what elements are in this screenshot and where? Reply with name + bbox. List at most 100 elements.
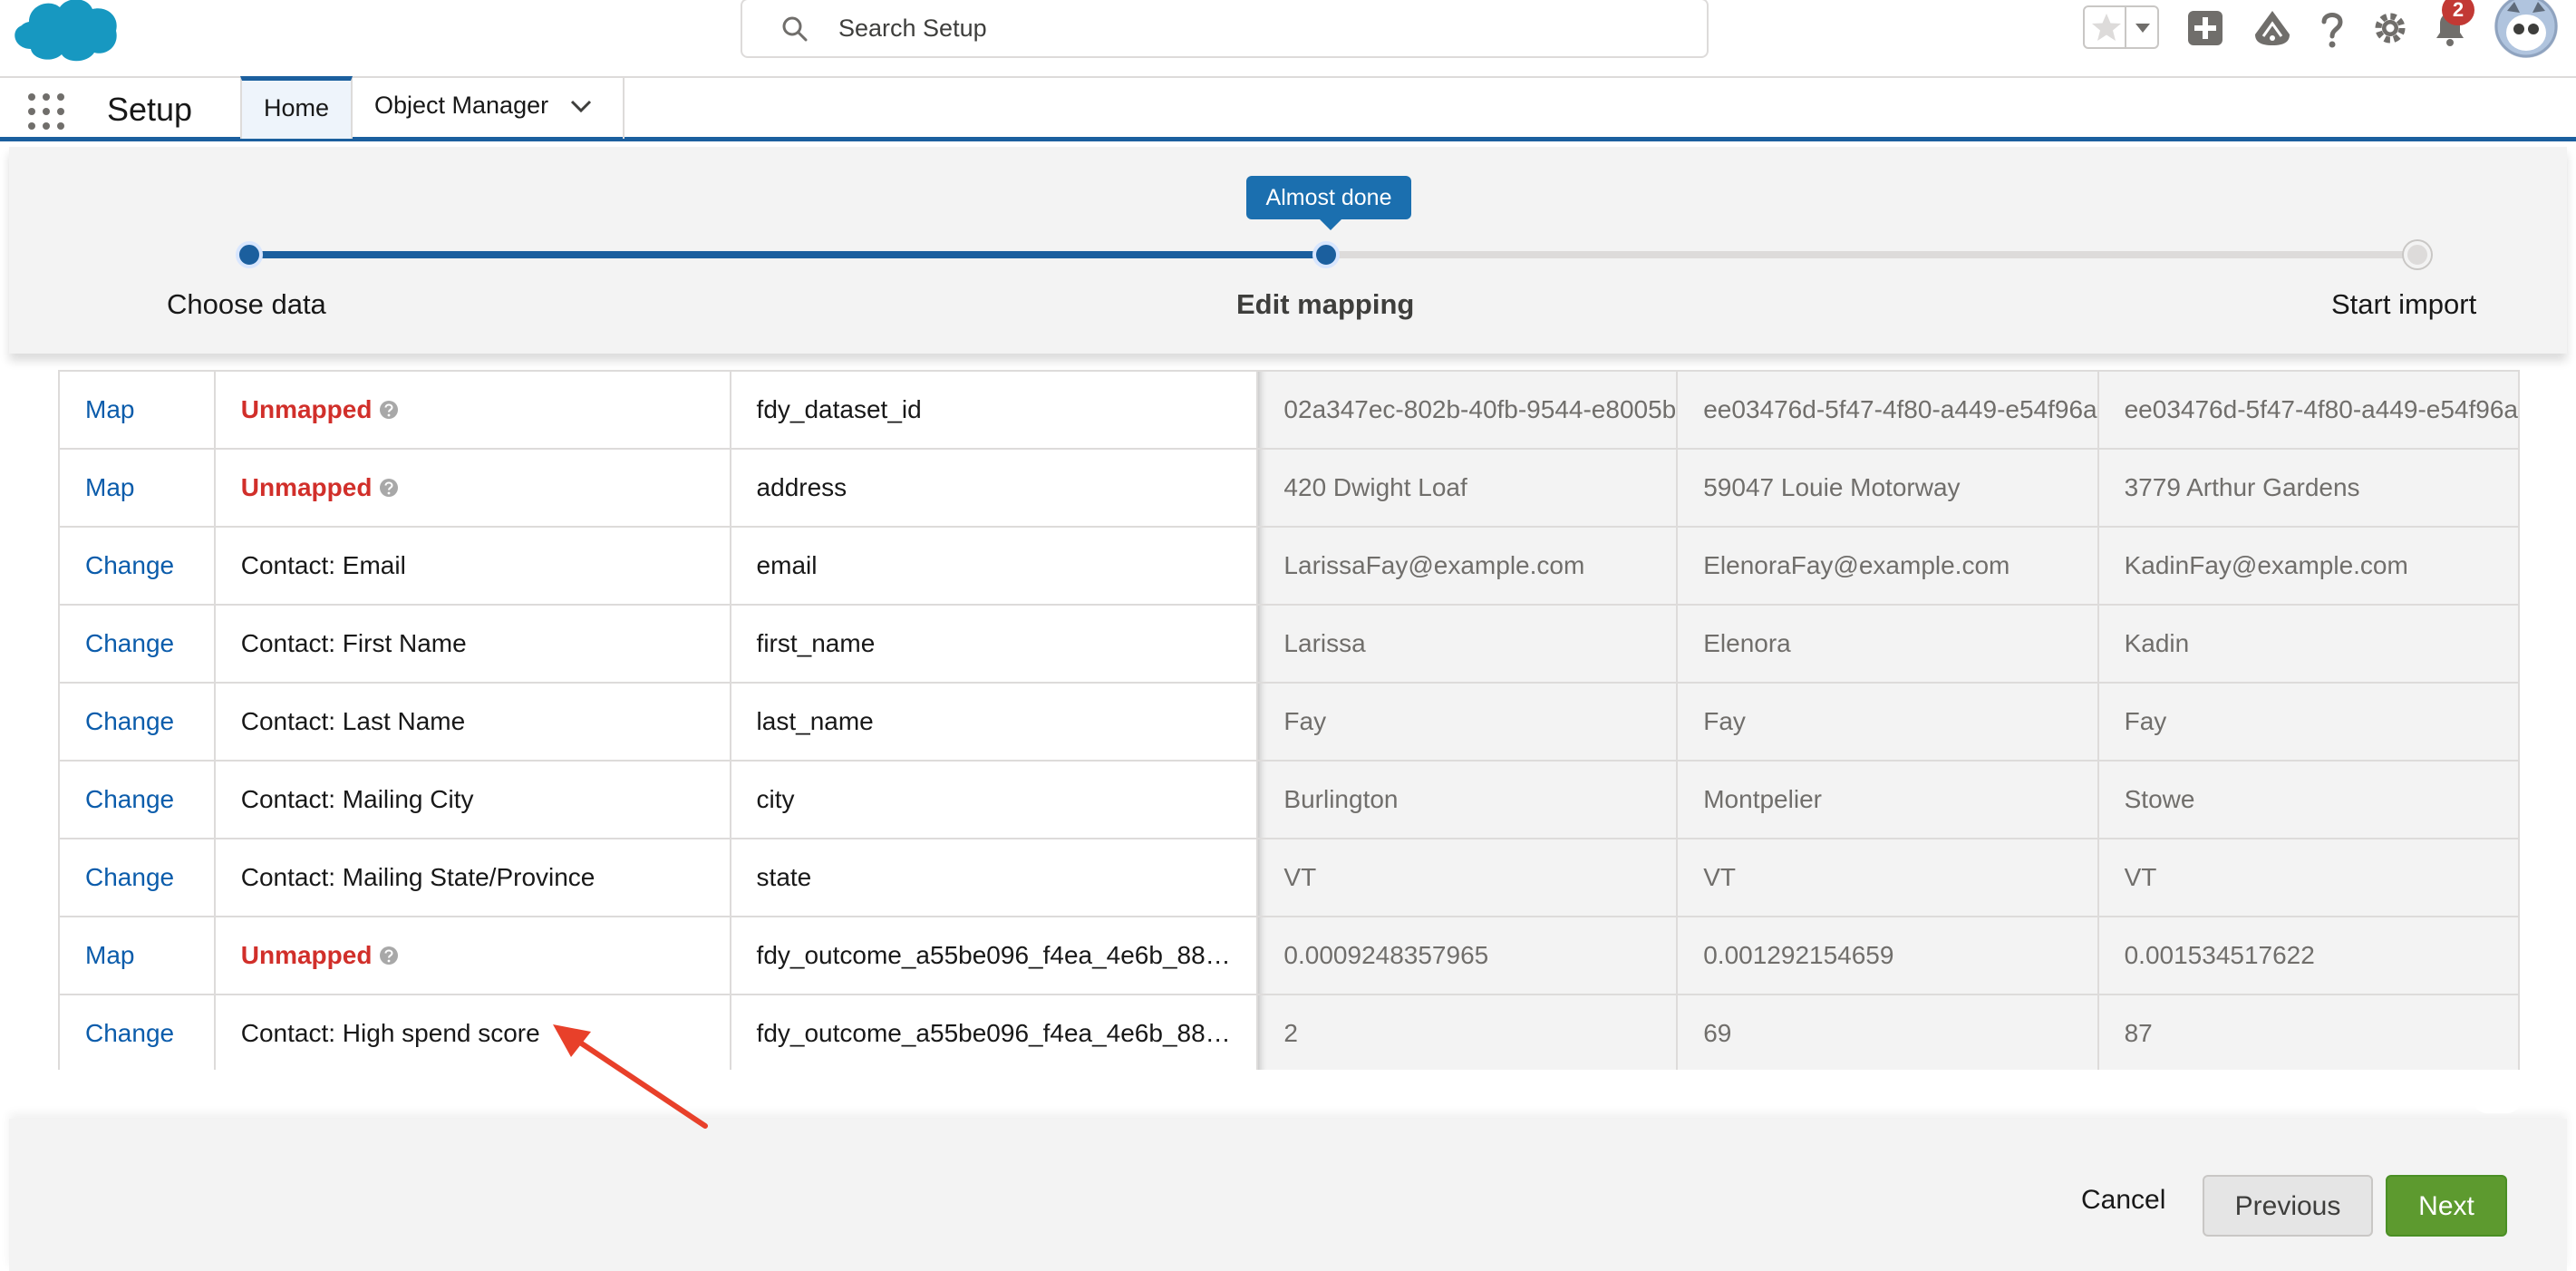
change-link[interactable]: Change — [58, 526, 216, 606]
mapped-field-label: Contact: First Name — [240, 629, 467, 657]
step-marker-choose-data[interactable] — [236, 241, 263, 268]
cancel-button[interactable]: Cancel — [2059, 1175, 2187, 1226]
mapped-field-label: Contact: Mailing State/Province — [240, 863, 596, 891]
search-placeholder[interactable]: Search Setup — [838, 15, 987, 43]
mapped-field-cell: Unmapped — [213, 916, 731, 995]
csv-column-cell: address — [729, 448, 1259, 528]
app-name: Setup — [107, 91, 193, 128]
mapped-field-cell: Contact: Last Name — [213, 682, 731, 762]
chevron-down-icon[interactable] — [568, 98, 594, 114]
trailhead-icon[interactable] — [2252, 7, 2293, 49]
mapped-field-cell: Contact: First Name — [213, 604, 731, 684]
sample-value-cell: 0.0009248357965 — [1256, 916, 1679, 995]
csv-column-cell: fdy_dataset_id — [729, 370, 1259, 450]
import-progress-panel: Almost done Choose data Edit mapping Sta… — [9, 147, 2567, 354]
sample-value-cell: KadinFay@example.com — [2097, 526, 2520, 606]
unmapped-label: Unmapped — [240, 941, 373, 969]
sample-value-cell: VT — [1676, 838, 2099, 917]
step-label-start-import: Start import — [2331, 288, 2477, 320]
change-link[interactable]: Change — [58, 682, 216, 762]
tab-object-manager[interactable]: Object Manager — [353, 76, 625, 139]
global-header: Search Setup 2 — [0, 0, 2576, 76]
previous-button[interactable]: Previous — [2203, 1175, 2373, 1237]
map-link[interactable]: Map — [58, 916, 216, 995]
mapped-field-cell: Unmapped — [213, 370, 731, 450]
tab-home-label: Home — [263, 94, 330, 121]
sample-value-cell: 69 — [1676, 994, 2099, 1070]
user-avatar[interactable] — [2494, 0, 2558, 58]
sample-value-cell: Kadin — [2097, 604, 2520, 684]
step-marker-start-import[interactable] — [2404, 241, 2431, 268]
wizard-footer: Cancel Previous Next — [9, 1119, 2567, 1271]
map-link[interactable]: Map — [58, 370, 216, 450]
sample-value-cell: Fay — [1256, 682, 1679, 762]
csv-column-cell: city — [729, 760, 1259, 839]
help-icon[interactable] — [379, 478, 399, 498]
sample-value-cell: 0.001292154659 — [1676, 916, 2099, 995]
sample-value-cell: ee03476d-5f47-4f80-a449-e54f96a — [1676, 370, 2099, 450]
next-button[interactable]: Next — [2386, 1175, 2507, 1237]
app-launcher-icon[interactable] — [25, 91, 67, 132]
tab-home[interactable]: Home — [240, 76, 353, 139]
sample-value-cell: LarissaFay@example.com — [1256, 526, 1679, 606]
csv-column-cell: last_name — [729, 682, 1259, 762]
csv-column-cell: email — [729, 526, 1259, 606]
step-label-edit-mapping: Edit mapping — [1236, 288, 1415, 320]
caret-down-icon[interactable] — [2125, 7, 2159, 47]
mapping-row: Change Contact: High spend score fdy_outco… — [58, 994, 2520, 1070]
salesforce-cloud-logo[interactable] — [9, 0, 120, 63]
mapped-field-cell: Contact: Mailing State/Province — [213, 838, 731, 917]
step-label-choose-data: Choose data — [167, 288, 326, 320]
mapped-field-label: Contact: High spend score — [240, 1019, 540, 1047]
csv-column-cell: fdy_outcome_a55be096_f4ea_4e6b_88… — [729, 994, 1259, 1070]
sample-value-cell: Larissa — [1256, 604, 1679, 684]
step-marker-edit-mapping[interactable] — [1312, 241, 1340, 268]
tooltip-arrow — [1320, 219, 1341, 230]
field-mapping-table-container[interactable]: Map Unmapped fdy_dataset_id 02a347ec-802b-4… — [58, 359, 2520, 1070]
mapping-row: Map Unmapped address 420 Dwight Loaf 59047 L… — [58, 448, 2520, 528]
mapped-field-cell: Contact: Mailing City — [213, 760, 731, 839]
search-setup-box[interactable]: Search Setup — [741, 0, 1709, 58]
sample-value-cell: Fay — [1676, 682, 2099, 762]
progress-track-fill — [248, 251, 1325, 258]
mapping-row: Change Contact: Last Name last_name Fay Fay F… — [58, 682, 2520, 762]
change-link[interactable]: Change — [58, 604, 216, 684]
sample-value-cell: Fay — [2097, 682, 2520, 762]
scrollbar-corner — [2473, 1072, 2522, 1113]
help-icon[interactable] — [379, 400, 399, 420]
csv-column-cell: first_name — [729, 604, 1259, 684]
avatar-icon — [2494, 0, 2558, 58]
sample-value-cell: 3779 Arthur Gardens — [2097, 448, 2520, 528]
sample-value-cell: 87 — [2097, 994, 2520, 1070]
mapping-row: Change Contact: Mailing City city Burlingto… — [58, 760, 2520, 839]
tab-object-manager-label: Object Manager — [374, 92, 549, 119]
star-icon[interactable] — [2090, 11, 2123, 44]
mapping-row: Change Contact: Mailing State/Province sta… — [58, 838, 2520, 917]
map-link[interactable]: Map — [58, 448, 216, 528]
unmapped-label: Unmapped — [240, 473, 373, 501]
sample-value-cell: Burlington — [1256, 760, 1679, 839]
change-link[interactable]: Change — [58, 838, 216, 917]
mapped-field-label: Contact: Email — [240, 551, 406, 579]
sample-value-cell: Stowe — [2097, 760, 2520, 839]
mapped-field-label: Contact: Last Name — [240, 707, 466, 735]
search-icon — [782, 16, 808, 42]
mapping-row: Change Contact: First Name first_name Laris… — [58, 604, 2520, 684]
sample-value-cell: 2 — [1256, 994, 1679, 1070]
gear-icon[interactable] — [2369, 7, 2411, 49]
field-mapping-table: Map Unmapped fdy_dataset_id 02a347ec-802b-4… — [58, 370, 2520, 1070]
sample-value-cell: Montpelier — [1676, 760, 2099, 839]
sample-value-cell: 420 Dwight Loaf — [1256, 448, 1679, 528]
sample-value-cell: 59047 Louie Motorway — [1676, 448, 2099, 528]
help-icon[interactable] — [379, 946, 399, 965]
plus-icon[interactable] — [2184, 7, 2226, 49]
sample-value-cell: 0.001534517622 — [2097, 916, 2520, 995]
mapping-row: Map Unmapped fdy_outcome_a55be096_f4ea_4e6… — [58, 916, 2520, 995]
favorites-button-group — [2083, 5, 2159, 49]
change-link[interactable]: Change — [58, 994, 216, 1070]
change-link[interactable]: Change — [58, 760, 216, 839]
mapped-field-label: Contact: Mailing City — [240, 785, 474, 813]
annotation-arrow — [553, 1024, 708, 1129]
help-icon[interactable] — [2311, 7, 2353, 49]
csv-column-cell: fdy_outcome_a55be096_f4ea_4e6b_88… — [729, 916, 1259, 995]
